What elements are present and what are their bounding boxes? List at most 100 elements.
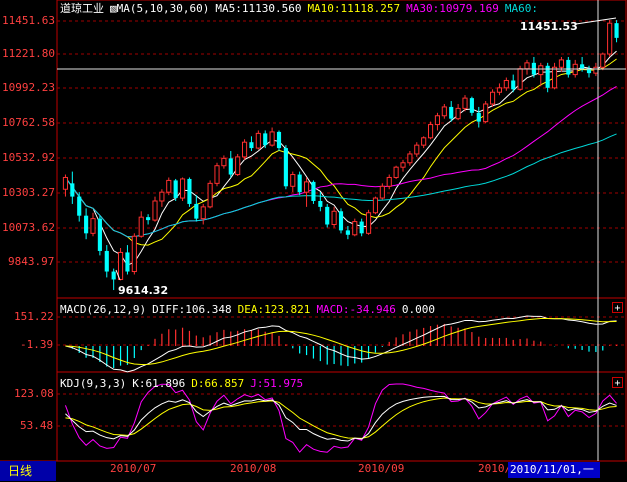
ma10-value: MA10:11118.257 [307,2,401,15]
kdj-j: J:51.975 [250,377,304,390]
macd-dea: DEA:123.821 [237,303,311,316]
candle-body [255,132,261,149]
x-axis-label: 2010/07 [110,462,157,475]
ma-params: MA(5,10,30,60) [116,2,210,15]
candle-body [372,197,379,214]
candle-body [290,174,296,187]
candle-body [84,215,89,234]
macd-diff: DIFF:106.348 [152,303,232,316]
candle-body [421,137,427,146]
candle-body [187,178,192,204]
candle-body [365,212,372,234]
candle-body [476,112,481,122]
candle-body [90,218,96,234]
candle-body [441,106,447,117]
candle-body [111,271,116,280]
candle-body [427,124,434,139]
candle-body [297,174,302,193]
candle-body [386,176,392,187]
x-axis-label: 2010/09 [358,462,405,475]
candle-body [325,206,330,225]
candle-body [173,180,178,199]
kdj-header: KDJ(9,3,3) K:61.896 D:66.857 J:51.975 [60,377,309,390]
macd-axis-label: 151.22 [14,310,54,323]
candle-body [331,210,337,226]
price-axis-label: 10073.62 [2,221,55,234]
candle-body [483,103,489,123]
candle-body [538,65,544,76]
candle-body [159,191,165,202]
security-title: 道琼工业 [60,2,104,15]
candle-body [276,131,282,149]
candle-body [489,91,496,105]
macd-histogram [71,323,618,368]
kdj-add-icon[interactable]: + [612,377,623,389]
candle-body [166,179,172,193]
candle-body [207,182,213,208]
candle-body [235,156,241,176]
candle-body [593,66,599,74]
stock-chart-window: 道琼工业 ▧MA(5,10,30,60) MA5:11130.560 MA10:111… [0,0,627,482]
candle-body [125,252,130,272]
candle-body [241,141,248,158]
candle-body [228,158,233,175]
candle-body [138,216,144,237]
candle-body [283,148,288,187]
candle-body [414,144,420,155]
ma60-value: MA60: [504,2,538,15]
macd-axis-label: -1.39 [20,338,54,351]
price-axis-label: 11451.63 [2,14,55,27]
candle-body [97,218,102,251]
candlesticks [62,20,619,291]
candle-body [200,206,206,220]
price-axis-label: 9843.97 [8,255,55,268]
candle-body [455,107,461,120]
macd-add-icon[interactable]: + [612,302,623,314]
candle-body [462,97,468,109]
candle-body [503,79,509,89]
candle-body [263,133,268,146]
chart-canvas[interactable] [0,0,627,482]
candle-body [117,251,124,280]
candle-body [249,142,254,149]
kdj-params: KDJ(9,3,3) [60,377,127,390]
candle-body [614,23,619,38]
ma-header: 道琼工业 ▧MA(5,10,30,60) MA5:11130.560 MA10:111… [60,2,544,15]
candle-body [146,217,151,221]
kdj-d-line [65,397,617,439]
candle-body [131,235,137,273]
candle-body [318,200,323,207]
price-axis-label: 10532.92 [2,151,55,164]
candle-body [179,178,186,199]
macd-extra: 0.000 [401,303,436,316]
price-axis-label: 10992.23 [2,81,55,94]
price-axis-label: 11221.80 [2,47,55,60]
cursor-date-readout: 2010/11/01,一 [508,462,600,478]
kdj-axis-label: 53.48 [20,419,54,432]
macd-params: MACD(26,12,9) [60,303,147,316]
candle-body [551,66,558,89]
candle-body [600,53,606,68]
high-price-annotation: 11451.53 [520,20,578,33]
candle-body [269,131,275,146]
candle-body [607,22,613,55]
period-tab-daily[interactable]: 日线 [0,461,56,481]
candle-body [62,176,69,190]
candle-body [434,115,441,126]
candle-body [104,250,109,272]
ma-toggle-icon[interactable]: ▧ [110,2,117,15]
price-axis-label: 10762.58 [2,116,55,129]
candle-body [566,59,571,75]
low-price-annotation: 9614.32 [118,284,169,297]
kdj-axis-label: 123.08 [14,387,54,400]
candle-body [194,203,199,219]
macd-header: MACD(26,12,9) DIFF:106.348 DEA:123.821 MACD… [60,303,441,316]
candle-body [311,181,316,201]
candle-body [400,162,406,168]
candle-body [379,185,385,199]
ma30-value: MA30:10979.169 [406,2,499,15]
candle-body [580,64,585,69]
candle-body [77,196,82,216]
candle-body [558,59,565,68]
candle-body [511,80,516,90]
